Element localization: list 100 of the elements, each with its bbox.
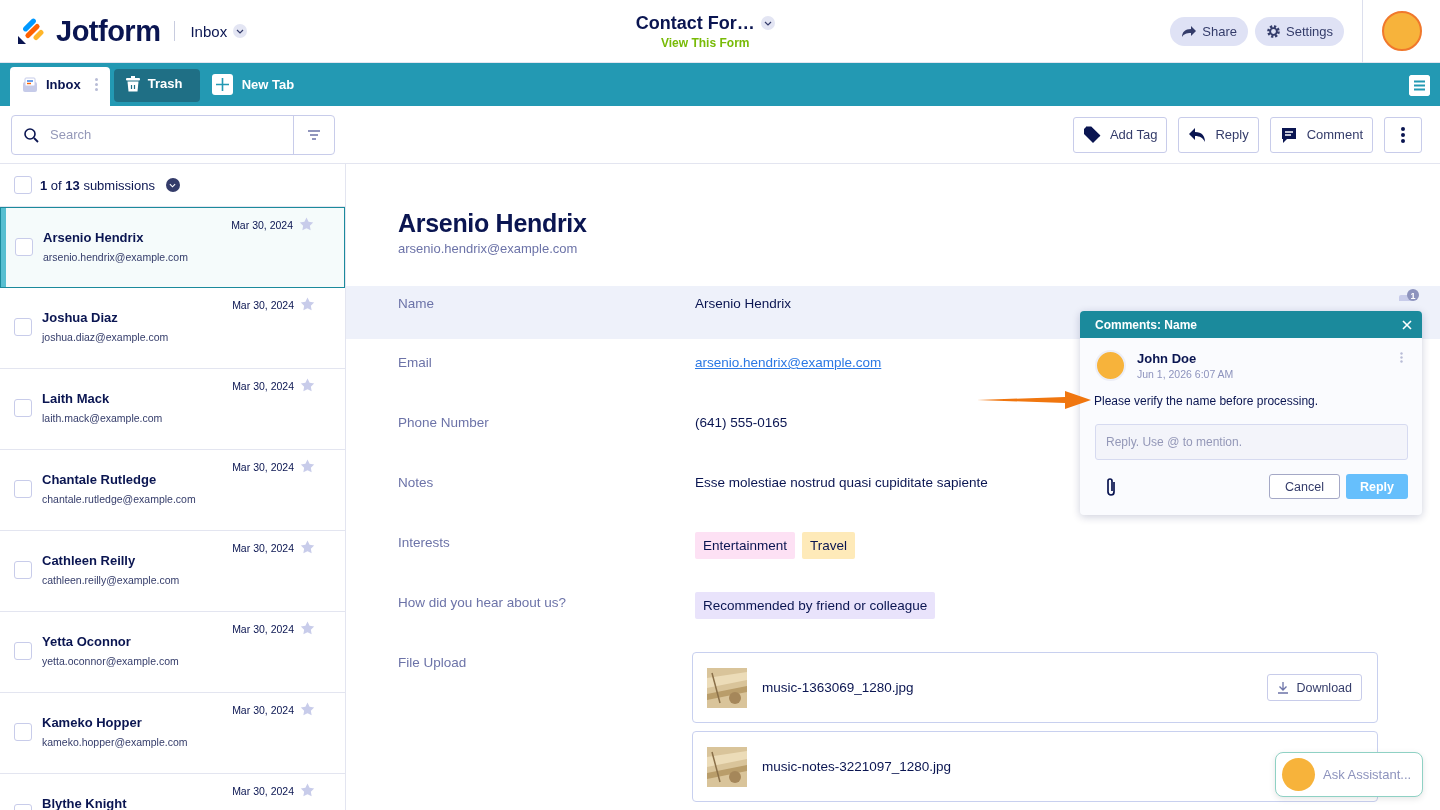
star-icon[interactable] bbox=[300, 378, 315, 392]
star-icon[interactable] bbox=[300, 702, 315, 716]
tag: Travel bbox=[802, 532, 856, 559]
file-name[interactable]: music-notes-3221097_1280.jpg bbox=[762, 759, 952, 774]
submission-item[interactable]: Joshua Diaz joshua.diaz@example.com Mar 30, 2024 bbox=[0, 288, 345, 369]
download-button[interactable]: Download bbox=[1267, 674, 1362, 701]
select-all-checkbox[interactable] bbox=[14, 176, 32, 194]
submitter-name: Joshua Diaz bbox=[42, 310, 119, 325]
more-button[interactable] bbox=[1384, 116, 1422, 153]
cancel-button[interactable]: Cancel bbox=[1269, 474, 1340, 499]
star-icon[interactable] bbox=[300, 297, 315, 311]
submitter-name: Arsenio Hendrix bbox=[398, 209, 588, 238]
checkbox[interactable] bbox=[14, 480, 32, 498]
search-field[interactable]: Search bbox=[11, 114, 335, 155]
search-icon bbox=[23, 126, 39, 143]
reply-icon bbox=[1188, 126, 1207, 143]
checkbox[interactable] bbox=[14, 561, 32, 579]
settings-button[interactable]: Settings bbox=[1255, 16, 1344, 46]
kebab-icon bbox=[1401, 126, 1405, 143]
kebab-icon[interactable] bbox=[1400, 352, 1403, 363]
share-icon bbox=[1181, 24, 1198, 38]
submission-date: Mar 30, 2024 bbox=[232, 542, 294, 554]
submission-date: Mar 30, 2024 bbox=[232, 704, 294, 716]
plus-icon bbox=[211, 74, 233, 95]
comment-author: John Doe bbox=[1137, 351, 1198, 366]
submitter-email: arsenio.hendrix@example.com bbox=[43, 251, 188, 263]
inbox-menu[interactable]: Inbox bbox=[190, 22, 248, 40]
checkbox[interactable] bbox=[14, 723, 32, 741]
submitter-name: Cathleen Reilly bbox=[42, 553, 137, 568]
chevron-icon[interactable] bbox=[165, 178, 180, 192]
field-value: (641) 555-0165 bbox=[695, 415, 788, 430]
field-label: Notes bbox=[398, 475, 434, 490]
file-name[interactable]: music-1363069_1280.jpg bbox=[762, 680, 914, 695]
submission-date: Mar 30, 2024 bbox=[232, 380, 294, 392]
star-icon[interactable] bbox=[300, 540, 315, 554]
checkbox[interactable] bbox=[14, 318, 32, 336]
close-icon[interactable] bbox=[1402, 319, 1412, 330]
avatar bbox=[1282, 758, 1315, 791]
comment-button[interactable]: Comment bbox=[1269, 116, 1373, 153]
star-icon[interactable] bbox=[300, 621, 315, 635]
submission-date: Mar 30, 2024 bbox=[232, 461, 294, 473]
share-button[interactable]: Share bbox=[1170, 16, 1248, 46]
star-icon[interactable] bbox=[299, 217, 314, 231]
menu-icon[interactable] bbox=[1409, 75, 1430, 96]
submission-date: Mar 30, 2024 bbox=[232, 785, 294, 797]
avatar[interactable] bbox=[1382, 11, 1422, 51]
logo-text: Jotform bbox=[56, 14, 161, 48]
settings-icon bbox=[1266, 23, 1281, 39]
field-label: Name bbox=[398, 296, 434, 311]
submitter-name: Blythe Knight bbox=[42, 796, 127, 810]
reply-button[interactable]: Reply bbox=[1178, 116, 1259, 153]
field-value: Arsenio Hendrix bbox=[695, 296, 792, 311]
paperclip-icon[interactable] bbox=[1105, 476, 1117, 497]
comment-text: Please verify the name before processing. bbox=[1094, 394, 1320, 408]
submitter-email: kameko.hopper@example.com bbox=[42, 736, 188, 748]
submitter-email: arsenio.hendrix@example.com bbox=[398, 241, 579, 256]
tag-icon bbox=[1082, 125, 1101, 144]
popup-title: Comments: Name bbox=[1095, 317, 1198, 332]
add-tag-button[interactable]: Add Tag bbox=[1072, 116, 1168, 153]
submission-item[interactable]: Chantale Rutledge chantale.rutledge@example.com Mar 30, 2024 bbox=[0, 450, 345, 531]
submission-item[interactable]: Kameko Hopper kameko.hopper@example.com Mar 30, 2024 bbox=[0, 693, 345, 774]
submission-item[interactable]: Cathleen Reilly cathleen.reilly@example.com Mar 30, 2024 bbox=[0, 531, 345, 612]
submitter-name: Chantale Rutledge bbox=[42, 472, 158, 487]
field-value: Esse molestiae nostrud quasi cupiditate sapiente bbox=[695, 475, 988, 490]
download-icon bbox=[1277, 681, 1290, 694]
submission-date: Mar 30, 2024 bbox=[231, 219, 293, 231]
checkbox[interactable] bbox=[14, 399, 32, 417]
tab[interactable]: Inbox bbox=[10, 67, 110, 106]
tag: Entertainment bbox=[695, 532, 796, 559]
comment-icon bbox=[1279, 125, 1298, 144]
envelope-icon bbox=[22, 76, 38, 93]
chevron-icon[interactable] bbox=[760, 16, 775, 30]
submitter-email: yetta.oconnor@example.com bbox=[42, 655, 179, 667]
submission-count: 1 of 13 submissions bbox=[40, 177, 155, 193]
star-icon[interactable] bbox=[300, 783, 315, 797]
submitter-email: laith.mack@example.com bbox=[42, 412, 163, 424]
submission-item[interactable]: Blythe Knight Mar 30, 2024 bbox=[0, 774, 345, 810]
submitter-email: joshua.diaz@example.com bbox=[42, 331, 169, 343]
field-label: Phone Number bbox=[398, 415, 489, 430]
submission-item[interactable]: Laith Mack laith.mack@example.com Mar 30, 2024 bbox=[0, 369, 345, 450]
submission-item[interactable]: Arsenio Hendrix arsenio.hendrix@example.com Mar 30, 2024 bbox=[0, 207, 345, 288]
star-icon[interactable] bbox=[300, 459, 315, 473]
submission-item[interactable]: Yetta Oconnor yetta.oconnor@example.com Mar 30, 2024 bbox=[0, 612, 345, 693]
form-title[interactable]: Contact For… bbox=[635, 12, 755, 34]
reply-field[interactable]: Reply. Use @ to mention. bbox=[1095, 424, 1408, 460]
comment-time: Jun 1, 2026 6:07 AM bbox=[1137, 368, 1234, 380]
submitter-email: cathleen.reilly@example.com bbox=[42, 574, 180, 586]
submission-date: Mar 30, 2024 bbox=[232, 623, 294, 635]
chevron-icon bbox=[236, 28, 245, 34]
submitter-name: Kameko Hopper bbox=[42, 715, 143, 730]
filter-icon bbox=[307, 129, 321, 140]
tag: Recommended by friend or colleague bbox=[695, 592, 936, 619]
checkbox[interactable] bbox=[14, 642, 32, 660]
email-link[interactable]: arsenio.hendrix@example.com bbox=[695, 355, 882, 370]
submitter-email: chantale.rutledge@example.com bbox=[42, 493, 196, 505]
field-label: File Upload bbox=[398, 655, 467, 670]
submission-date: Mar 30, 2024 bbox=[232, 299, 294, 311]
checkbox[interactable] bbox=[15, 238, 33, 256]
tab[interactable]: Trash bbox=[113, 69, 200, 102]
submitter-name: Laith Mack bbox=[42, 391, 111, 406]
